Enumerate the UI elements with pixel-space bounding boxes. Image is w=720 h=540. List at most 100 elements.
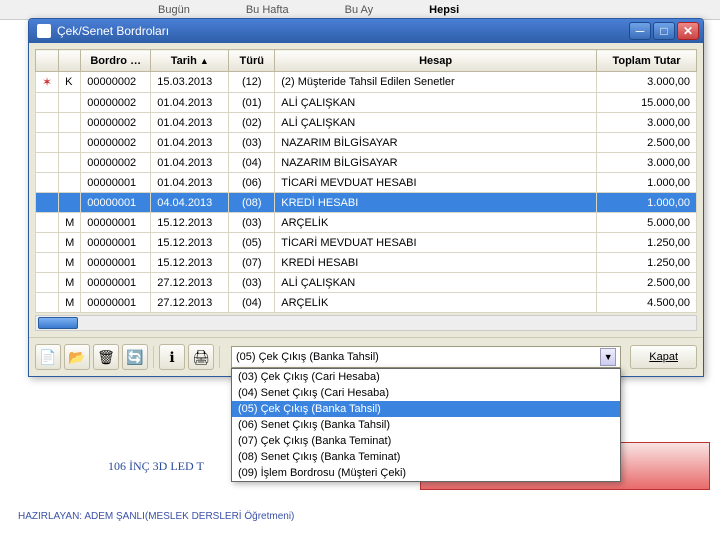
flag-icon: ✶ [42, 75, 52, 89]
type-dropdown[interactable]: (03) Çek Çıkış (Cari Hesaba)(04) Senet Ç… [231, 368, 621, 482]
cell-tutar: 3.000,00 [597, 72, 697, 93]
cell-turu: (06) [229, 173, 275, 193]
cell-hesap: KREDİ HESABI [275, 193, 597, 213]
cell-tarih: 01.04.2013 [151, 153, 229, 173]
titlebar[interactable]: Çek/Senet Bordroları ─ □ ✕ [29, 19, 703, 43]
cell-tutar: 1.000,00 [597, 173, 697, 193]
cell-k: M [59, 273, 81, 293]
cell-bordro: 00000001 [81, 293, 151, 313]
cell-tutar: 1.000,00 [597, 193, 697, 213]
cell-hesap: ARÇELİK [275, 293, 597, 313]
table-row[interactable]: 0000000201.04.2013(02)ALİ ÇALIŞKAN3.000,… [36, 113, 697, 133]
col-hesap-header[interactable]: Hesap [275, 50, 597, 72]
info-button[interactable]: ℹ [159, 344, 185, 370]
col-k-header[interactable] [59, 50, 81, 72]
print-button[interactable]: 🖨 [188, 344, 214, 370]
table-row[interactable]: M0000000127.12.2013(03)ALİ ÇALIŞKAN2.500… [36, 273, 697, 293]
cell-hesap: KREDİ HESABI [275, 253, 597, 273]
cell-hesap: TİCARİ MEVDUAT HESABI [275, 233, 597, 253]
cell-k [59, 113, 81, 133]
cell-tutar: 5.000,00 [597, 213, 697, 233]
cell-tarih: 15.12.2013 [151, 213, 229, 233]
cell-hesap: NAZARIM BİLGİSAYAR [275, 153, 597, 173]
col-flag-header[interactable] [36, 50, 59, 72]
cell-turu: (03) [229, 213, 275, 233]
col-tutar-header[interactable]: Toplam Tutar [597, 50, 697, 72]
cell-tutar: 3.000,00 [597, 113, 697, 133]
cell-tutar: 2.500,00 [597, 273, 697, 293]
cell-turu: (05) [229, 233, 275, 253]
open-button[interactable]: 📂 [64, 344, 90, 370]
cell-tutar: 2.500,00 [597, 133, 697, 153]
dropdown-option[interactable]: (03) Çek Çıkış (Cari Hesaba) [232, 369, 620, 385]
bg-tab[interactable]: Bu Hafta [238, 2, 297, 18]
cell-turu: (07) [229, 253, 275, 273]
col-tarih-header[interactable]: Tarih▲ [151, 50, 229, 72]
cell-turu: (04) [229, 153, 275, 173]
bg-tab[interactable]: Bugün [150, 2, 198, 18]
dropdown-option[interactable]: (07) Çek Çıkış (Banka Teminat) [232, 433, 620, 449]
cell-hesap: NAZARIM BİLGİSAYAR [275, 133, 597, 153]
cell-turu: (02) [229, 113, 275, 133]
maximize-button[interactable]: □ [653, 22, 675, 40]
cell-tarih: 01.04.2013 [151, 113, 229, 133]
bg-tab[interactable]: Bu Ay [337, 2, 382, 18]
refresh-button[interactable]: 🔄 [122, 344, 148, 370]
footer-credit: HAZIRLAYAN: ADEM ŞANLI(MESLEK DERSLERİ Ö… [18, 511, 294, 522]
table-row[interactable]: M0000000115.12.2013(07)KREDİ HESABI1.250… [36, 253, 697, 273]
minimize-button[interactable]: ─ [629, 22, 651, 40]
cell-turu: (03) [229, 133, 275, 153]
dropdown-option[interactable]: (05) Çek Çıkış (Banka Tahsil) [232, 401, 620, 417]
cell-hesap: TİCARİ MEVDUAT HESABI [275, 173, 597, 193]
cell-turu: (08) [229, 193, 275, 213]
chevron-down-icon[interactable]: ▼ [600, 348, 616, 366]
table-row[interactable]: M0000000127.12.2013(04)ARÇELİK4.500,00 [36, 293, 697, 313]
cell-tarih: 01.04.2013 [151, 173, 229, 193]
cell-tutar: 1.250,00 [597, 253, 697, 273]
type-combo[interactable]: (05) Çek Çıkış (Banka Tahsil) ▼ [231, 346, 621, 368]
cell-hesap: ALİ ÇALIŞKAN [275, 93, 597, 113]
table-row[interactable]: 0000000101.04.2013(06)TİCARİ MEVDUAT HES… [36, 173, 697, 193]
cell-hesap: ALİ ÇALIŞKAN [275, 113, 597, 133]
cell-hesap: ALİ ÇALIŞKAN [275, 273, 597, 293]
background-text: 106 İNÇ 3D LED T [108, 459, 204, 474]
col-bordro-header[interactable]: Bordro … [81, 50, 151, 72]
table-row[interactable]: M0000000115.12.2013(03)ARÇELİK5.000,00 [36, 213, 697, 233]
delete-button[interactable]: 🗑 [93, 344, 119, 370]
dropdown-option[interactable]: (04) Senet Çıkış (Cari Hesaba) [232, 385, 620, 401]
cell-k [59, 93, 81, 113]
cell-bordro: 00000002 [81, 153, 151, 173]
bg-tab-active[interactable]: Hepsi [421, 2, 467, 18]
cell-tarih: 15.12.2013 [151, 233, 229, 253]
dropdown-option[interactable]: (09) İşlem Bordrosu (Müşteri Çeki) [232, 465, 620, 481]
kapat-button[interactable]: Kapat [630, 345, 697, 369]
cell-tarih: 15.12.2013 [151, 253, 229, 273]
table-row[interactable]: 0000000201.04.2013(03)NAZARIM BİLGİSAYAR… [36, 133, 697, 153]
cell-bordro: 00000001 [81, 213, 151, 233]
cell-tutar: 1.250,00 [597, 233, 697, 253]
cell-bordro: 00000001 [81, 193, 151, 213]
dropdown-option[interactable]: (08) Senet Çıkış (Banka Teminat) [232, 449, 620, 465]
cell-k [59, 173, 81, 193]
cell-bordro: 00000002 [81, 133, 151, 153]
cell-tarih: 01.04.2013 [151, 133, 229, 153]
table-row[interactable]: 0000000201.04.2013(04)NAZARIM BİLGİSAYAR… [36, 153, 697, 173]
window-title: Çek/Senet Bordroları [57, 24, 169, 38]
new-button[interactable]: 📄 [35, 344, 61, 370]
cell-k: M [59, 293, 81, 313]
cell-k: M [59, 233, 81, 253]
cell-tarih: 27.12.2013 [151, 273, 229, 293]
table-row[interactable]: 0000000104.04.2013(08)KREDİ HESABI1.000,… [36, 193, 697, 213]
table-row[interactable]: 0000000201.04.2013(01)ALİ ÇALIŞKAN15.000… [36, 93, 697, 113]
cell-turu: (12) [229, 72, 275, 93]
bordro-grid[interactable]: Bordro … Tarih▲ Türü Hesap Toplam Tutar … [35, 49, 697, 313]
col-turu-header[interactable]: Türü [229, 50, 275, 72]
dropdown-option[interactable]: (06) Senet Çıkış (Banka Tahsil) [232, 417, 620, 433]
table-row[interactable]: ✶K0000000215.03.2013(12)(2) Müşteride Ta… [36, 72, 697, 93]
table-row[interactable]: M0000000115.12.2013(05)TİCARİ MEVDUAT HE… [36, 233, 697, 253]
horizontal-scrollbar[interactable] [35, 315, 697, 331]
scrollbar-thumb[interactable] [38, 317, 78, 329]
cell-hesap: ARÇELİK [275, 213, 597, 233]
close-button[interactable]: ✕ [677, 22, 699, 40]
cell-tutar: 4.500,00 [597, 293, 697, 313]
